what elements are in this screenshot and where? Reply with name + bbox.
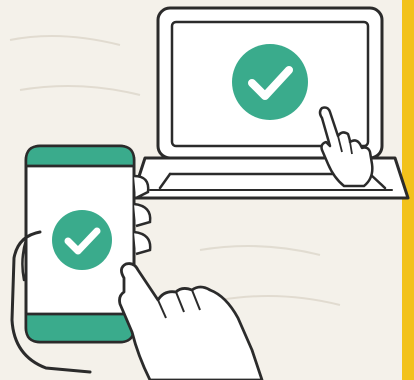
- tapping-hand-icon: [118, 262, 264, 380]
- device-illustration: [9, 6, 410, 380]
- check-circle-icon: [232, 44, 308, 120]
- illustration-scene: [0, 0, 414, 380]
- check-circle-icon: [52, 210, 112, 270]
- laptop: [130, 6, 410, 200]
- phone-top-bar: [24, 144, 136, 168]
- phone-bottom-bar: [24, 312, 136, 344]
